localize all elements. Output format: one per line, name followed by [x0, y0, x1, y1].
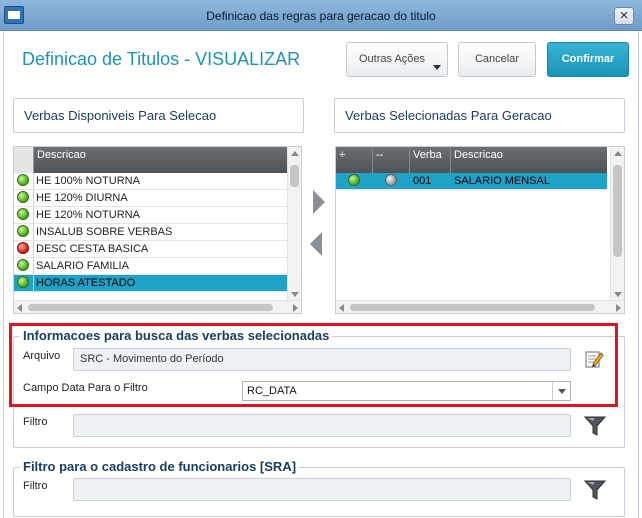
header-minus[interactable]: --: [373, 147, 410, 173]
scroll-down-icon[interactable]: [291, 292, 299, 297]
row-description: HE 100% NOTURNA: [33, 173, 288, 189]
other-actions-button[interactable]: Outras Ações: [346, 42, 448, 77]
cadastro-legend: Filtro para o cadastro de funcionarios […: [20, 459, 300, 474]
available-panel-title: Verbas Disponiveis Para Selecao: [13, 98, 304, 133]
selected-grid-header: + -- Verba Descricao: [336, 147, 607, 173]
row-description: INSALUB SOBRE VERBAS: [33, 224, 288, 240]
scroll-up-icon[interactable]: [291, 151, 299, 156]
other-actions-label: Outras Ações: [359, 53, 426, 65]
page-title: Definicao de Titulos - VISUALIZAR: [22, 49, 301, 69]
table-row[interactable]: HE 120% DIURNA: [14, 190, 288, 207]
cadastro-filtro-field[interactable]: [73, 478, 571, 501]
status-cell: [14, 224, 33, 240]
window-title: Definicao das regras para geracao do tit…: [206, 9, 436, 23]
campo-data-value: RC_DATA: [247, 385, 297, 397]
move-left-icon[interactable]: [310, 232, 322, 256]
cancel-button[interactable]: Cancelar: [458, 42, 536, 77]
table-row[interactable]: INSALUB SOBRE VERBAS: [14, 224, 288, 241]
header-plus[interactable]: +: [336, 147, 373, 173]
green-status-icon: [17, 191, 29, 203]
header-status-col: [14, 147, 34, 173]
scroll-right-icon[interactable]: [293, 304, 298, 312]
row-description: HE 120% NOTURNA: [33, 207, 288, 223]
green-status-icon: [17, 174, 29, 186]
scroll-down-icon[interactable]: [614, 292, 622, 297]
row-verba: 001: [413, 175, 432, 187]
green-status-icon: [17, 208, 29, 220]
funnel-filter-icon[interactable]: [583, 414, 607, 438]
table-row[interactable]: 001 SALARIO MENSAL: [336, 173, 607, 190]
chevron-down-icon[interactable]: [552, 382, 570, 400]
table-row[interactable]: DESC CESTA BASICA: [14, 241, 288, 258]
funnel-filter-icon[interactable]: [583, 478, 607, 502]
header-descricao[interactable]: Descricao: [34, 147, 288, 173]
scroll-left-icon[interactable]: [339, 304, 344, 312]
arquivo-field[interactable]: SRC - Movimento do Período: [73, 348, 571, 371]
scroll-left-icon[interactable]: [17, 304, 22, 312]
hscroll-thumb[interactable]: [350, 304, 595, 311]
available-grid-header: Descricao: [14, 147, 288, 173]
selected-vscroll[interactable]: [610, 147, 624, 301]
green-status-icon: [17, 225, 29, 237]
move-right-icon[interactable]: [313, 190, 325, 214]
window-titlebar: Definicao das regras para geracao do tit…: [0, 0, 642, 31]
confirm-button[interactable]: Confirmar: [547, 42, 629, 77]
status-cell: [14, 207, 33, 223]
chevron-down-icon: [433, 65, 441, 70]
scroll-thumb[interactable]: [290, 165, 299, 187]
status-cell: [14, 190, 33, 206]
table-row[interactable]: SALARIO FAMILIA: [14, 258, 288, 275]
close-button[interactable]: ×: [614, 7, 634, 25]
status-cell: [14, 173, 33, 189]
filtro-field[interactable]: [73, 414, 571, 437]
gray-status-icon: [385, 174, 397, 186]
arquivo-label: Arquivo: [23, 350, 61, 362]
selected-panel-title: Verbas Selecionadas Para Geracao: [334, 98, 625, 133]
filtro-label: Filtro: [23, 416, 48, 428]
scroll-up-icon[interactable]: [614, 151, 622, 156]
scroll-thumb[interactable]: [613, 165, 622, 257]
row-description: SALARIO MENSAL: [454, 175, 550, 187]
row-description: SALARIO FAMILIA: [33, 258, 288, 274]
status-cell: [14, 275, 33, 291]
row-description: DESC CESTA BASICA: [33, 241, 288, 257]
green-status-icon: [348, 174, 360, 186]
green-status-icon: [17, 276, 29, 288]
row-description: HE 120% DIURNA: [33, 190, 288, 206]
table-row[interactable]: HE 100% NOTURNA: [14, 173, 288, 190]
cadastro-filtro-label: Filtro: [23, 480, 48, 492]
available-vscroll[interactable]: [287, 147, 301, 301]
table-row[interactable]: HE 120% NOTURNA: [14, 207, 288, 224]
green-status-icon: [17, 259, 29, 271]
table-row[interactable]: HORAS ATESTADO: [14, 275, 288, 292]
busca-legend: Informacoes para busca das verbas seleci…: [20, 328, 333, 343]
campo-data-select[interactable]: RC_DATA: [242, 381, 571, 401]
scroll-right-icon[interactable]: [616, 304, 621, 312]
red-status-icon: [17, 242, 29, 254]
campo-data-label: Campo Data Para o Filtro: [23, 382, 148, 394]
selected-grid[interactable]: + -- Verba Descricao 001 SALARIO MENSAL: [335, 146, 625, 314]
available-hscroll[interactable]: [14, 300, 301, 313]
selected-hscroll[interactable]: [336, 300, 624, 313]
edit-icon[interactable]: [584, 349, 604, 369]
row-description: HORAS ATESTADO: [33, 275, 288, 291]
status-cell: [14, 241, 33, 257]
header-descricao-selected[interactable]: Descricao: [451, 147, 607, 173]
hscroll-thumb[interactable]: [28, 304, 273, 311]
header-verba[interactable]: Verba: [410, 147, 451, 173]
available-grid[interactable]: Descricao HE 100% NOTURNA HE 120% DIURNA H…: [13, 146, 302, 314]
status-cell: [14, 258, 33, 274]
